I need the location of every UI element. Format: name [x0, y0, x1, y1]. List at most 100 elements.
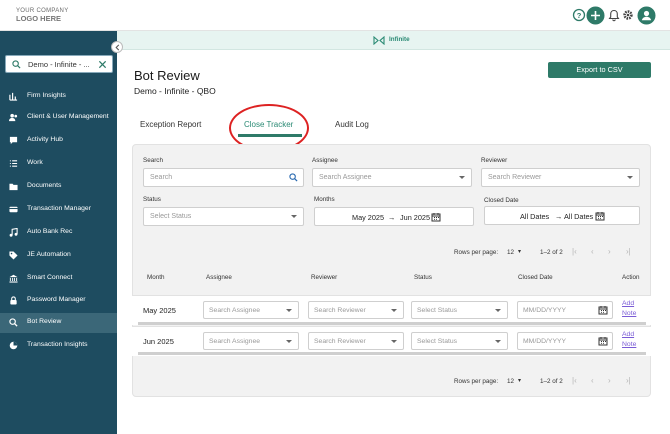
- column-header-closed-date: Closed Date: [518, 274, 553, 281]
- client-search-value: Demo - Infinite - ...: [28, 60, 90, 69]
- row-reviewer-select[interactable]: Search Reviewer: [308, 301, 404, 319]
- chevron-down-icon: [495, 309, 501, 312]
- assignee-select[interactable]: Search Assignee: [312, 168, 472, 187]
- sidebar-item-label: Activity Hub: [27, 136, 63, 143]
- status-placeholder: Select Status: [150, 213, 192, 220]
- chevron-down-icon: [459, 176, 465, 179]
- sidebar-item-work[interactable]: Work: [0, 154, 117, 174]
- page-range: 1–2 of 2: [540, 249, 563, 256]
- closed-to: All Dates: [564, 212, 594, 221]
- page-range: 1–2 of 2: [540, 378, 563, 385]
- row-scrollbar[interactable]: [138, 352, 646, 355]
- closed-date-range-picker[interactable]: All Dates → All Dates: [484, 206, 640, 225]
- reviewer-placeholder: Search Reviewer: [314, 307, 366, 314]
- row-month: May 2025: [143, 306, 176, 315]
- bell-icon[interactable]: [607, 8, 621, 22]
- list-icon: [9, 160, 18, 167]
- calendar-icon: [595, 212, 605, 221]
- chevron-down-icon: ▾: [518, 249, 522, 255]
- export-csv-button[interactable]: Export to CSV: [548, 62, 651, 78]
- sidebar-item-smart-connect[interactable]: Smart Connect: [0, 269, 117, 289]
- top-bar: YOUR COMPANY LOGO HERE ?: [0, 0, 670, 31]
- row-assignee-select[interactable]: Search Assignee: [203, 301, 299, 319]
- calendar-icon[interactable]: [598, 305, 608, 315]
- add-note-link[interactable]: Add Note: [622, 330, 636, 350]
- sidebar-item-auto-bank-rec[interactable]: Auto Bank Rec: [0, 223, 117, 243]
- search-icon: [289, 173, 298, 182]
- closed-date-label: Closed Date: [484, 197, 519, 204]
- row-status-select[interactable]: Select Status: [411, 301, 508, 319]
- help-icon[interactable]: ?: [572, 8, 586, 22]
- tab-exception-report[interactable]: Exception Report: [140, 120, 201, 129]
- add-note-line-1: Add: [622, 331, 635, 338]
- prev-page-icon[interactable]: ‹: [591, 376, 594, 385]
- next-page-icon[interactable]: ›: [608, 376, 611, 385]
- chevron-down-icon: [391, 309, 397, 312]
- user-avatar-icon[interactable]: [637, 6, 656, 25]
- sidebar-item-transaction-manager[interactable]: Transaction Manager: [0, 200, 117, 220]
- last-page-icon[interactable]: ›|: [626, 376, 631, 385]
- search-placeholder: Search: [150, 174, 173, 181]
- next-page-icon[interactable]: ›: [608, 247, 611, 256]
- column-header-month: Month: [147, 274, 165, 281]
- assignee-placeholder: Search Assignee: [319, 174, 372, 181]
- row-closed-date-input[interactable]: MM/DD/YYYY: [517, 332, 613, 350]
- months-from: May 2025: [352, 213, 385, 222]
- sidebar-item-firm-insights[interactable]: Firm Insights: [0, 87, 117, 107]
- gear-icon[interactable]: [621, 8, 635, 22]
- search-input[interactable]: Search: [143, 168, 304, 187]
- sidebar-item-documents[interactable]: Documents: [0, 177, 117, 197]
- table-row: May 2025 Search Assignee Search Reviewer…: [132, 295, 651, 325]
- column-header-assignee: Assignee: [206, 274, 232, 281]
- pie-icon: [9, 341, 18, 350]
- client-search-field[interactable]: Demo - Infinite - ...: [5, 55, 113, 73]
- rows-per-page-select[interactable]: 12: [507, 378, 514, 385]
- row-reviewer-select[interactable]: Search Reviewer: [308, 332, 404, 350]
- bank-icon: [9, 274, 18, 283]
- sidebar-item-label: Auto Bank Rec: [27, 228, 73, 235]
- calendar-icon: [431, 213, 441, 222]
- row-scrollbar[interactable]: [138, 322, 646, 325]
- status-label: Status: [143, 196, 161, 203]
- svg-text:?: ?: [577, 11, 582, 20]
- add-note-line-1: Add: [622, 300, 635, 307]
- first-page-icon[interactable]: |‹: [572, 376, 577, 385]
- sidebar-item-activity-hub[interactable]: Activity Hub: [0, 131, 117, 151]
- sidebar-item-label: Transaction Manager: [27, 205, 91, 212]
- status-select[interactable]: Select Status: [143, 207, 304, 226]
- sidebar-item-label: Work: [27, 159, 43, 166]
- tab-audit-log[interactable]: Audit Log: [335, 120, 369, 129]
- column-header-action: Action: [622, 274, 640, 281]
- chevron-down-icon: [286, 309, 292, 312]
- rows-per-page-select[interactable]: 12: [507, 249, 514, 256]
- clear-icon[interactable]: [98, 60, 107, 69]
- row-assignee-select[interactable]: Search Assignee: [203, 332, 299, 350]
- sidebar-item-client-user-management[interactable]: Client & User Management: [0, 108, 117, 128]
- add-icon[interactable]: [586, 6, 605, 25]
- sidebar-item-label: Password Manager: [27, 296, 86, 303]
- search-icon: [12, 60, 21, 69]
- sidebar-item-je-automation[interactable]: JE Automation: [0, 246, 117, 266]
- add-note-link[interactable]: Add Note: [622, 299, 636, 319]
- months-range-picker[interactable]: May 2025 → Jun 2025: [314, 207, 474, 226]
- sidebar-item-label: Firm Insights: [27, 92, 66, 99]
- reviewer-label: Reviewer: [481, 157, 508, 164]
- reviewer-select[interactable]: Search Reviewer: [481, 168, 640, 187]
- client-banner: Infinite: [117, 31, 670, 50]
- row-status-select[interactable]: Select Status: [411, 332, 508, 350]
- prev-page-icon[interactable]: ‹: [591, 247, 594, 256]
- row-closed-date-input[interactable]: MM/DD/YYYY: [517, 301, 613, 319]
- sidebar-item-bot-review[interactable]: Bot Review: [0, 313, 117, 333]
- table-header: Month Assignee Reviewer Status Closed Da…: [132, 270, 651, 288]
- last-page-icon[interactable]: ›|: [626, 247, 631, 256]
- calendar-icon[interactable]: [598, 336, 608, 346]
- first-page-icon[interactable]: |‹: [572, 247, 577, 256]
- card-icon: [9, 206, 18, 213]
- sidebar-item-transaction-insights[interactable]: Transaction Insights: [0, 336, 117, 356]
- company-logo[interactable]: YOUR COMPANY LOGO HERE: [16, 8, 69, 23]
- sidebar-collapse-button[interactable]: [111, 41, 123, 53]
- sidebar-item-password-manager[interactable]: Password Manager: [0, 291, 117, 311]
- status-placeholder: Select Status: [417, 307, 458, 314]
- bowtie-icon: [373, 36, 385, 45]
- reviewer-placeholder: Search Reviewer: [314, 338, 366, 345]
